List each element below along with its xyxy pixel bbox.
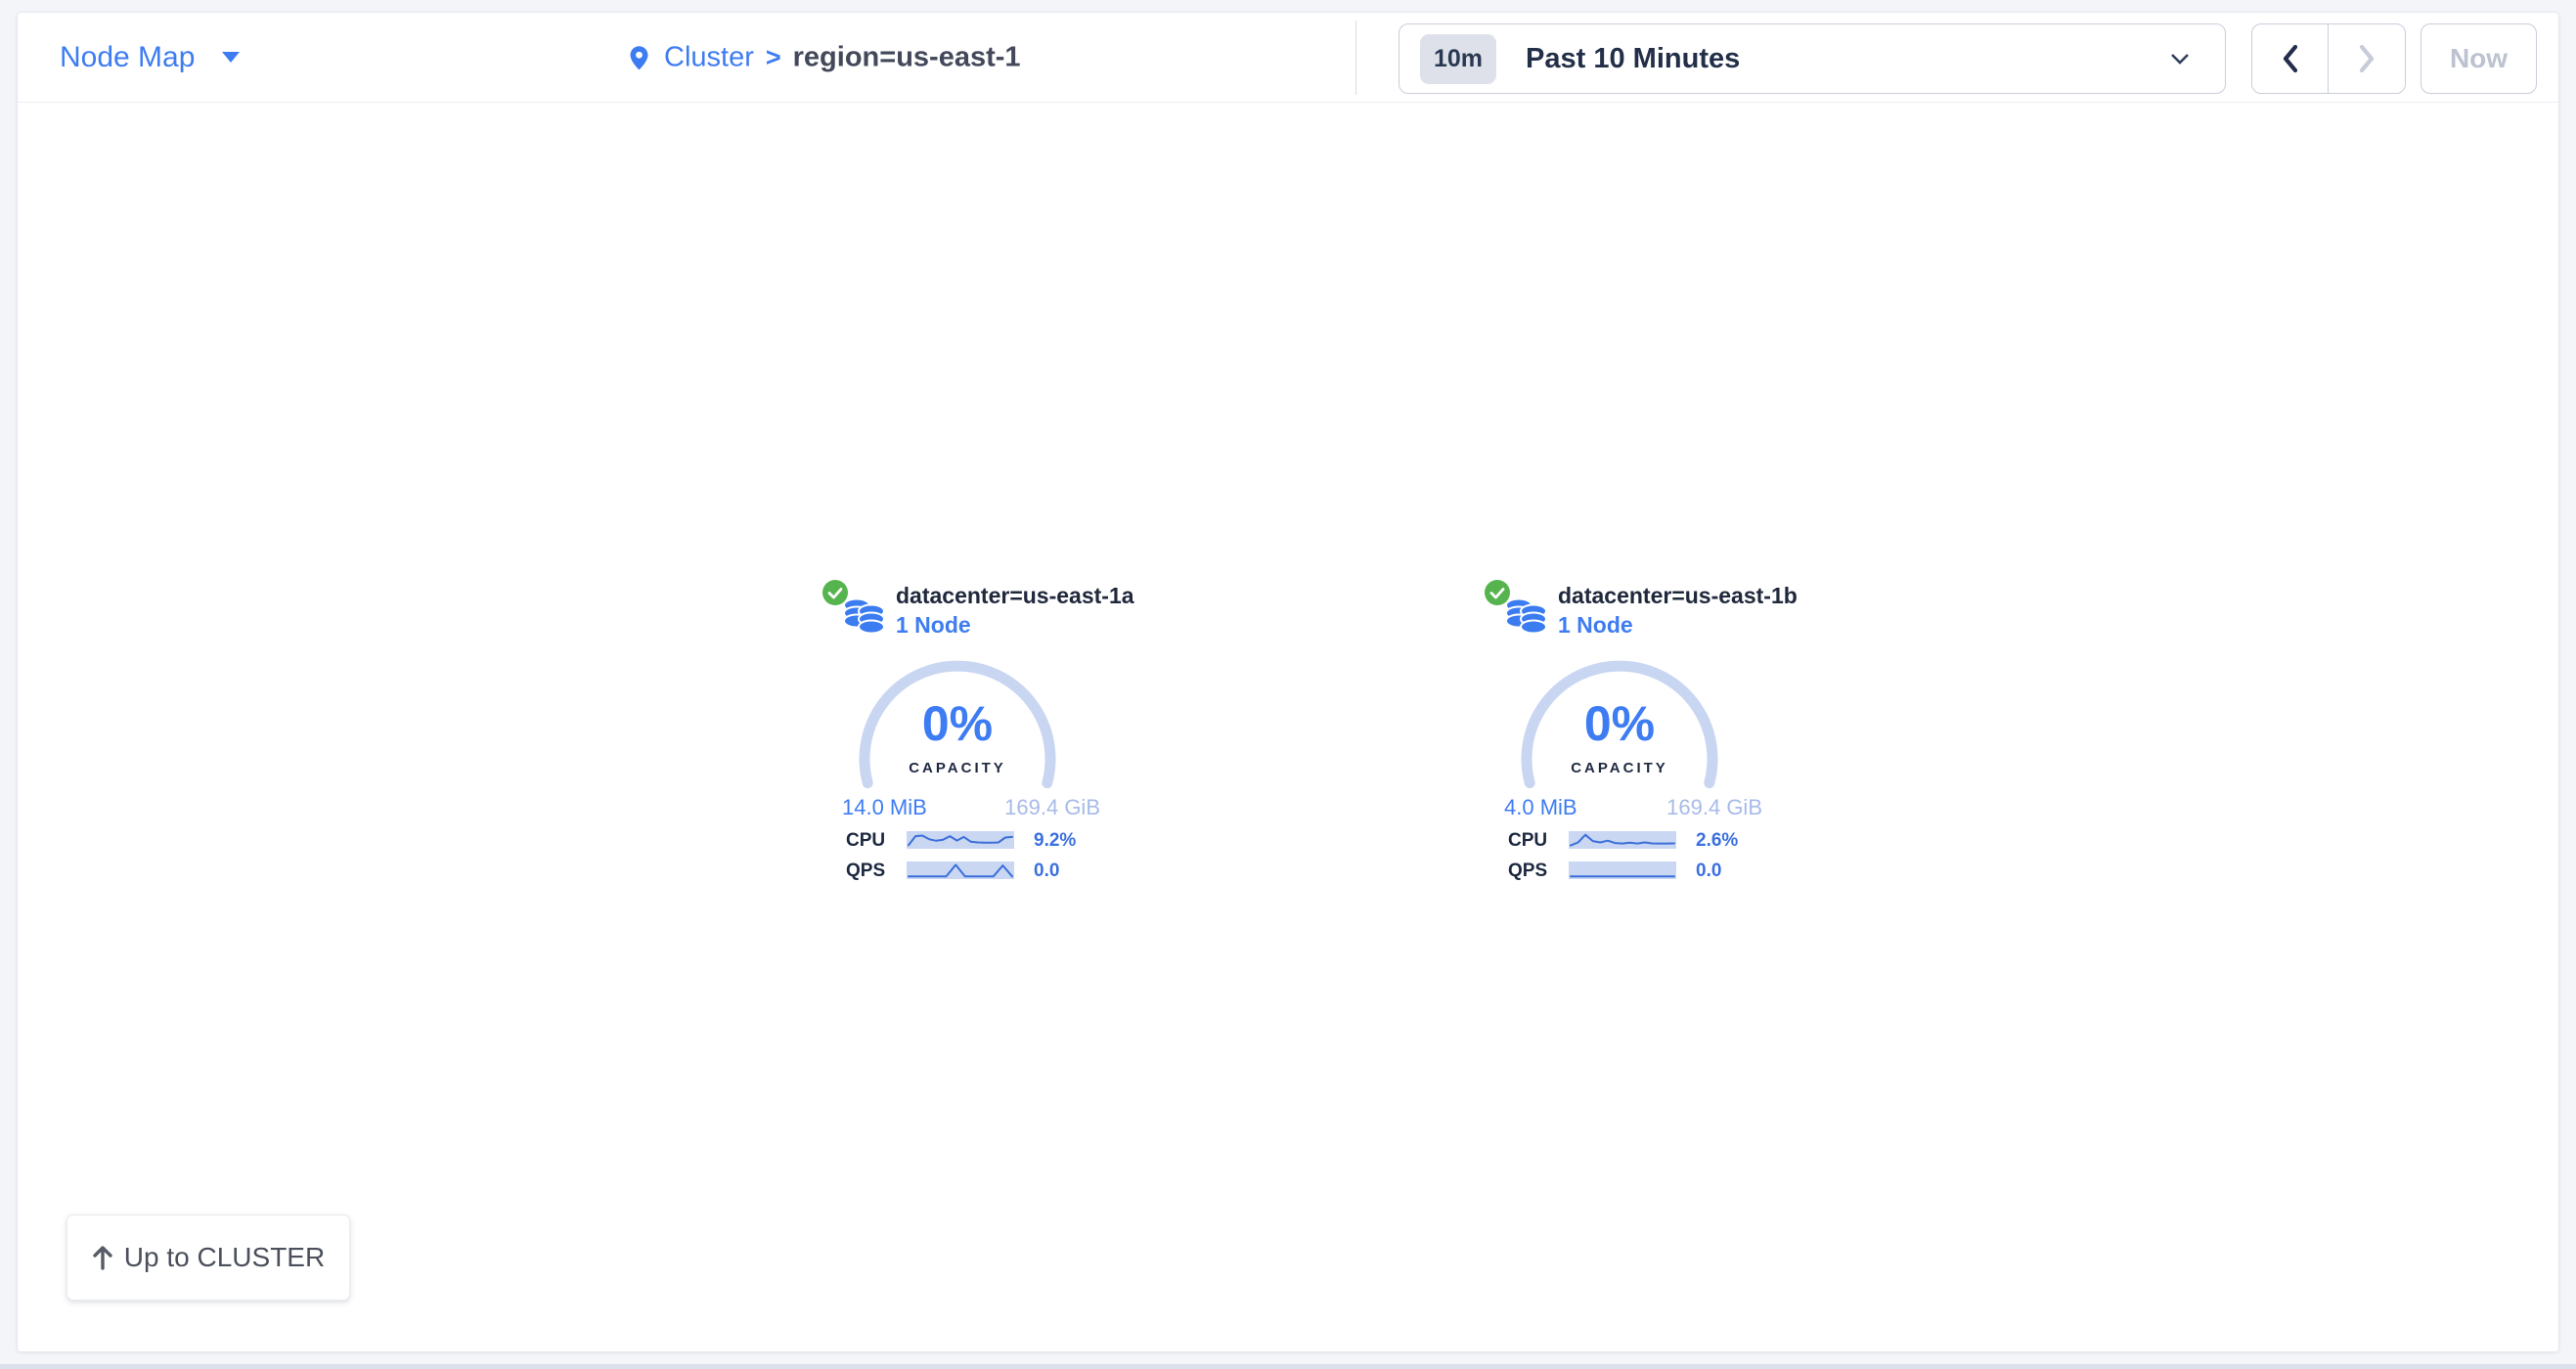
qps-value: 0.0 (1696, 861, 1721, 882)
time-window-label: Past 10 Minutes (1526, 43, 1740, 75)
qps-label: QPS (1508, 861, 1563, 882)
qps-sparkline (1569, 861, 1676, 879)
cpu-value: 2.6% (1696, 830, 1738, 852)
datacenter-node-count: 1 Node (896, 612, 971, 639)
top-bar: Node Map Cluster > region=us-east-1 10m … (18, 13, 2558, 103)
cpu-label: CPU (1508, 830, 1563, 852)
qps-value: 0.0 (1034, 861, 1059, 882)
cpu-value: 9.2% (1034, 830, 1076, 852)
breadcrumb: Cluster > region=us-east-1 (626, 41, 1021, 73)
caret-down-icon (222, 52, 240, 63)
capacity-percent: 0% (1517, 695, 1722, 752)
view-selector-dropdown[interactable]: Node Map (60, 41, 240, 74)
qps-label: QPS (846, 861, 901, 882)
time-window-badge: 10m (1420, 34, 1496, 84)
cpu-sparkline (1569, 831, 1676, 849)
datacenter-name: datacenter=us-east-1a (896, 583, 1134, 609)
window-bottom-edge (0, 1364, 2576, 1369)
capacity-percent: 0% (855, 695, 1060, 752)
time-next-button[interactable] (2329, 24, 2405, 93)
cpu-label: CPU (846, 830, 901, 852)
capacity-label: CAPACITY (1517, 760, 1722, 776)
nodemap-panel: Node Map Cluster > region=us-east-1 10m … (17, 12, 2559, 1352)
qps-metric-row: QPS 0.0 (1492, 861, 1766, 882)
arrow-up-icon (92, 1245, 113, 1270)
cpu-metric-row: CPU 9.2% (830, 830, 1104, 852)
time-window-dropdown[interactable]: 10m Past 10 Minutes (1399, 23, 2226, 94)
breadcrumb-separator: > (766, 42, 781, 72)
qps-metric-row: QPS 0.0 (830, 861, 1104, 882)
datacenter-name: datacenter=us-east-1b (1558, 583, 1798, 609)
capacity-total: 169.4 GiB (1666, 795, 1762, 820)
qps-sparkline (907, 861, 1014, 879)
capacity-values: 14.0 MiB 169.4 GiB (842, 795, 1100, 820)
time-step-buttons (2251, 23, 2406, 94)
breadcrumb-cluster-link[interactable]: Cluster (664, 41, 754, 73)
capacity-label: CAPACITY (855, 760, 1060, 776)
chevron-right-icon (2356, 43, 2377, 74)
now-button[interactable]: Now (2421, 23, 2537, 94)
view-selector-label: Node Map (60, 41, 195, 74)
capacity-values: 4.0 MiB 169.4 GiB (1504, 795, 1762, 820)
capacity-total: 169.4 GiB (1004, 795, 1100, 820)
datacenter-node-count: 1 Node (1558, 612, 1633, 639)
database-stack-icon (1504, 596, 1549, 639)
location-pin-icon (626, 41, 652, 73)
breadcrumb-current: region=us-east-1 (793, 41, 1021, 73)
datacenter-card-us-east-1a[interactable]: datacenter=us-east-1a 1 Node 0% CAPACITY… (830, 576, 1163, 899)
database-stack-icon (842, 596, 887, 639)
up-to-cluster-button[interactable]: Up to CLUSTER (67, 1214, 350, 1301)
cpu-metric-row: CPU 2.6% (1492, 830, 1766, 852)
chevron-down-icon (2170, 53, 2190, 65)
topbar-divider (1355, 21, 1356, 95)
capacity-used: 4.0 MiB (1504, 795, 1577, 820)
time-prev-button[interactable] (2252, 24, 2329, 93)
chevron-left-icon (2280, 43, 2301, 74)
datacenter-card-us-east-1b[interactable]: datacenter=us-east-1b 1 Node 0% CAPACITY… (1492, 576, 1825, 899)
up-to-cluster-label: Up to CLUSTER (124, 1242, 325, 1273)
capacity-used: 14.0 MiB (842, 795, 927, 820)
cpu-sparkline (907, 831, 1014, 849)
